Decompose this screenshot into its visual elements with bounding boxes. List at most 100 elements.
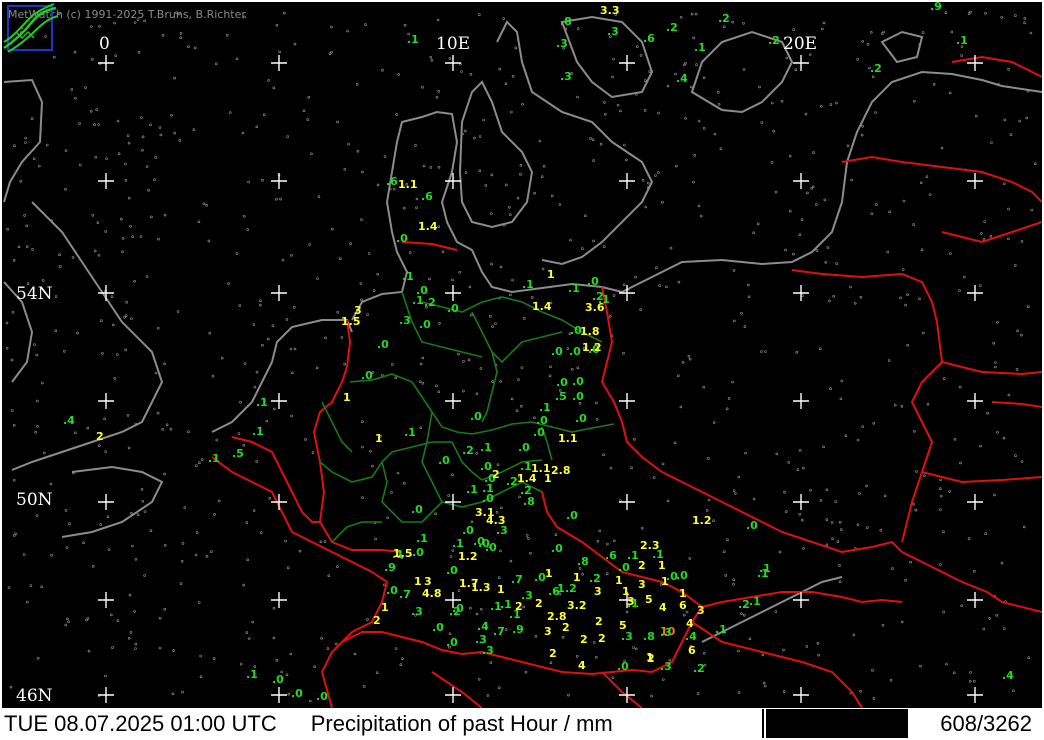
station-dot — [139, 235, 143, 238]
station-dot — [179, 582, 183, 585]
station-dot — [684, 61, 687, 65]
station-dot — [30, 117, 34, 120]
station-dot — [147, 188, 150, 192]
precip-value: 2 — [562, 621, 570, 634]
station-dot — [605, 542, 609, 546]
station-dot — [918, 297, 921, 301]
station-dot — [107, 548, 111, 551]
station-dot — [825, 543, 829, 547]
lon-label-0: 0 — [99, 34, 110, 54]
station-dot — [770, 161, 774, 164]
station-dot — [733, 492, 737, 495]
station-dot — [509, 110, 513, 114]
precip-value: 1 — [544, 472, 552, 485]
station-dot — [449, 555, 453, 558]
station-dot — [154, 156, 157, 159]
station-dot — [45, 143, 49, 147]
station-dot — [742, 613, 746, 617]
station-dot — [852, 633, 856, 637]
station-dot — [960, 54, 963, 57]
station-dot — [114, 54, 117, 58]
station-dot — [202, 202, 206, 206]
station-dot — [984, 532, 988, 536]
station-dot — [829, 103, 833, 106]
station-dot — [609, 466, 613, 470]
station-dot — [29, 584, 33, 587]
station-dot — [422, 164, 426, 168]
station-dot — [509, 559, 513, 563]
precip-value: .3 — [482, 644, 494, 657]
station-dot — [161, 427, 164, 431]
station-dot — [682, 613, 686, 617]
precip-value: 1 — [661, 575, 669, 588]
station-dot — [1034, 162, 1037, 166]
precip-value: .1 — [407, 33, 419, 46]
station-dot — [227, 282, 230, 285]
station-dot — [504, 183, 508, 187]
station-dot — [12, 423, 16, 427]
station-dot — [677, 280, 681, 284]
station-dot — [722, 25, 726, 29]
station-dot — [732, 489, 736, 492]
station-dot — [979, 444, 982, 448]
station-dot — [267, 79, 271, 82]
precip-value: .4 — [1002, 669, 1014, 682]
station-dot — [163, 472, 166, 476]
station-dot — [792, 252, 795, 256]
station-dot — [372, 289, 376, 292]
station-dot — [960, 604, 964, 608]
map-canvas: 0 10E 20E 54N 50N 46N 3.3.2.8.1.3.3.6.2.… — [2, 2, 1042, 708]
station-dot — [353, 652, 357, 656]
station-dot — [491, 325, 494, 328]
station-dot — [100, 319, 103, 323]
station-dot — [181, 542, 185, 545]
station-dot — [1015, 368, 1019, 371]
station-dot — [131, 235, 134, 238]
station-dot — [96, 221, 100, 224]
station-dot — [635, 45, 639, 48]
station-dot — [650, 694, 653, 698]
precip-value: .9 — [930, 2, 942, 13]
station-dot — [978, 284, 982, 287]
station-dot — [1007, 67, 1010, 71]
precip-value: .4 — [676, 72, 688, 85]
station-dot — [91, 214, 95, 217]
station-dot — [392, 187, 396, 191]
station-dot — [499, 549, 502, 553]
precip-value: .0 — [617, 660, 629, 673]
station-dot — [13, 534, 16, 537]
precip-value: .0 — [452, 602, 464, 615]
station-dot — [64, 187, 67, 191]
precip-value: .1 — [539, 401, 551, 414]
station-dot — [570, 367, 574, 371]
station-dot — [338, 257, 342, 261]
station-dot — [865, 526, 869, 529]
station-dot — [386, 516, 389, 520]
station-dot — [1023, 16, 1027, 20]
precip-value: .0 — [447, 302, 459, 315]
station-dot — [666, 499, 670, 503]
station-dot — [200, 458, 204, 461]
station-dot — [287, 692, 291, 696]
station-dot — [293, 42, 297, 46]
station-dot — [576, 27, 580, 30]
station-dot — [883, 494, 887, 498]
station-dot — [632, 646, 635, 649]
station-dot — [834, 500, 838, 503]
station-dot — [195, 531, 199, 534]
station-dot — [235, 57, 239, 61]
station-dot — [82, 541, 85, 545]
station-dot — [258, 303, 262, 307]
station-dot — [549, 661, 553, 665]
station-dot — [163, 607, 167, 611]
station-dot — [679, 405, 683, 409]
station-dot — [699, 214, 703, 218]
station-dot — [76, 331, 79, 335]
station-dot — [143, 574, 146, 577]
precip-value: .4 — [63, 414, 75, 427]
station-dot — [502, 17, 506, 20]
station-dot — [106, 515, 110, 519]
station-dot — [255, 370, 259, 374]
station-dot — [330, 227, 334, 231]
station-dot — [815, 203, 818, 206]
